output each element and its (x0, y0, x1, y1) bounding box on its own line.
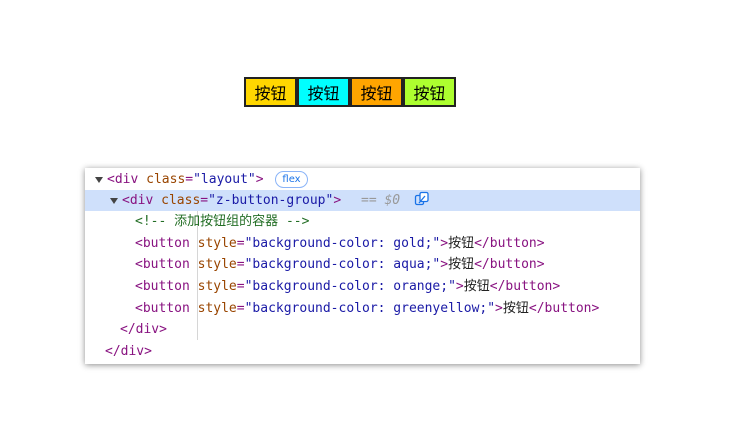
orange-button[interactable]: 按钮 (350, 77, 403, 107)
dom-node-button-aqua[interactable]: <button style="background-color: aqua;">… (85, 254, 640, 275)
z-button-group: 按钮 按钮 按钮 按钮 (244, 77, 456, 107)
selected-node-marker: == $0 (361, 193, 401, 208)
dom-comment[interactable]: <!-- 添加按钮组的容器 --> (85, 211, 640, 232)
expand-triangle-icon[interactable] (95, 177, 103, 183)
dom-node-button-greenyellow[interactable]: <button style="background-color: greenye… (85, 298, 640, 319)
devtools-elements-panel: <div class="layout"> flex <div class="z-… (85, 168, 640, 364)
dom-node-z-button-group[interactable]: <div class="z-button-group"> == $0 (85, 190, 640, 211)
greenyellow-button[interactable]: 按钮 (403, 77, 456, 107)
gold-button[interactable]: 按钮 (244, 77, 297, 107)
dom-close-outer-div[interactable]: </div> (85, 341, 640, 362)
dom-node-layout[interactable]: <div class="layout"> flex (85, 169, 640, 190)
expand-triangle-icon[interactable] (110, 198, 118, 204)
dom-node-button-gold[interactable]: <button style="background-color: gold;">… (85, 233, 640, 254)
dom-node-button-orange[interactable]: <button style="background-color: orange;… (85, 276, 640, 297)
flex-badge[interactable]: flex (275, 171, 308, 188)
aqua-button[interactable]: 按钮 (297, 77, 350, 107)
dom-close-inner-div[interactable]: </div> (85, 319, 640, 340)
